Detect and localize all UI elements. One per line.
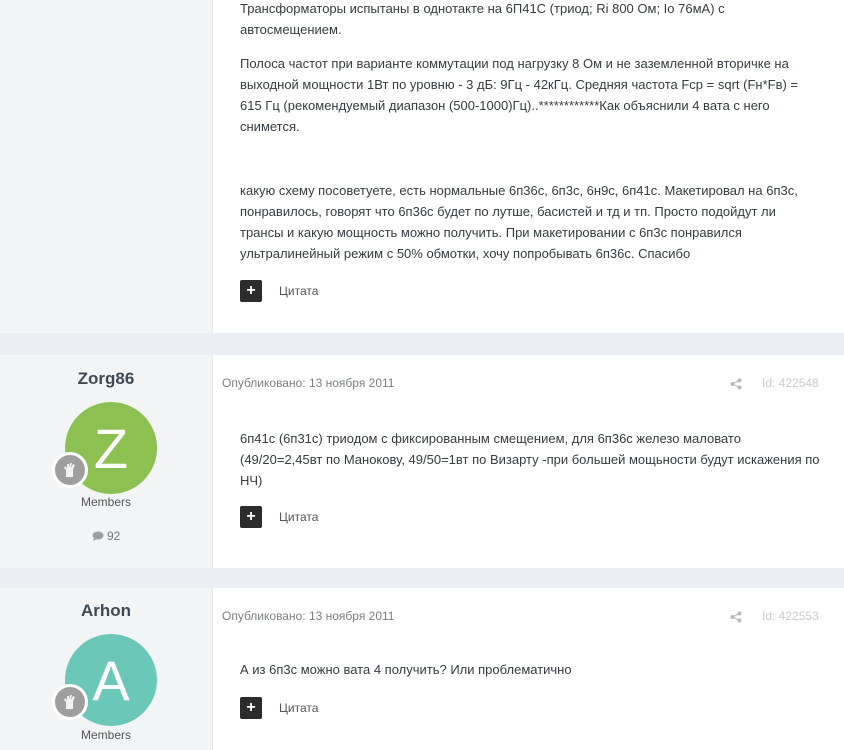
avatar-letter: A bbox=[92, 648, 130, 712]
rank-badge-icon bbox=[52, 452, 88, 488]
quote-link[interactable]: Цитата bbox=[279, 284, 318, 298]
share-icon[interactable] bbox=[730, 377, 742, 390]
avatar-letter: Z bbox=[93, 416, 129, 480]
post-2-body: 6п41с (6п31с) триодом с фиксированным см… bbox=[240, 431, 820, 488]
quote-link[interactable]: Цитата bbox=[279, 510, 318, 524]
multiquote-button[interactable]: + bbox=[240, 280, 262, 302]
post-3-author-panel: Arhon A Members bbox=[0, 588, 213, 750]
post-1-paragraph-1: Трансформаторы испытаны в однотакте на 6… bbox=[240, 1, 725, 37]
post-2-actions: + Цитата bbox=[240, 506, 318, 528]
post-1-paragraph-2: Полоса частот при варианте коммутации по… bbox=[240, 56, 799, 134]
quote-link[interactable]: Цитата bbox=[279, 701, 318, 715]
multiquote-button[interactable]: + bbox=[240, 697, 262, 719]
post-1-actions: + Цитата bbox=[240, 280, 318, 302]
post-1-author-panel bbox=[0, 0, 213, 333]
published-date[interactable]: Опубликовано: 13 ноября 2011 bbox=[222, 376, 394, 390]
post-2-author-panel: Zorg86 Z Members 92 bbox=[0, 355, 213, 568]
post-3-content: Опубликовано: 13 ноября 2011 Id: 422553 … bbox=[213, 588, 844, 750]
member-group: Members bbox=[80, 728, 131, 742]
rank-badge-icon bbox=[52, 684, 88, 720]
author-name[interactable]: Zorg86 bbox=[0, 369, 212, 389]
post-1: Трансформаторы испытаны в однотакте на 6… bbox=[0, 0, 844, 333]
comment-icon bbox=[92, 530, 104, 544]
post-id: Id: 422548 bbox=[762, 376, 819, 390]
multiquote-button[interactable]: + bbox=[240, 506, 262, 528]
member-group: Members bbox=[80, 495, 131, 509]
post-3-actions: + Цитата bbox=[240, 697, 318, 719]
post-3-body: А из 6п3с можно вата 4 получить? Или про… bbox=[240, 662, 572, 677]
published-date[interactable]: Опубликовано: 13 ноября 2011 bbox=[222, 609, 394, 623]
post-1-paragraph-3: какую схему посоветуете, есть нормальные… bbox=[240, 183, 798, 261]
post-2-content: Опубликовано: 13 ноября 2011 Id: 422548 … bbox=[213, 355, 844, 568]
post-count-value: 92 bbox=[106, 529, 121, 543]
post-1-content: Трансформаторы испытаны в однотакте на 6… bbox=[213, 0, 844, 333]
post-3: Arhon A Members Опубликовано: 13 ноября … bbox=[0, 588, 844, 750]
share-icon[interactable] bbox=[730, 610, 742, 623]
author-name[interactable]: Arhon bbox=[0, 601, 212, 621]
post-id: Id: 422553 bbox=[762, 609, 819, 623]
post-2: Zorg86 Z Members 92 Опубликовано: 13 ноя… bbox=[0, 355, 844, 568]
post-count[interactable]: 92 bbox=[0, 529, 212, 544]
